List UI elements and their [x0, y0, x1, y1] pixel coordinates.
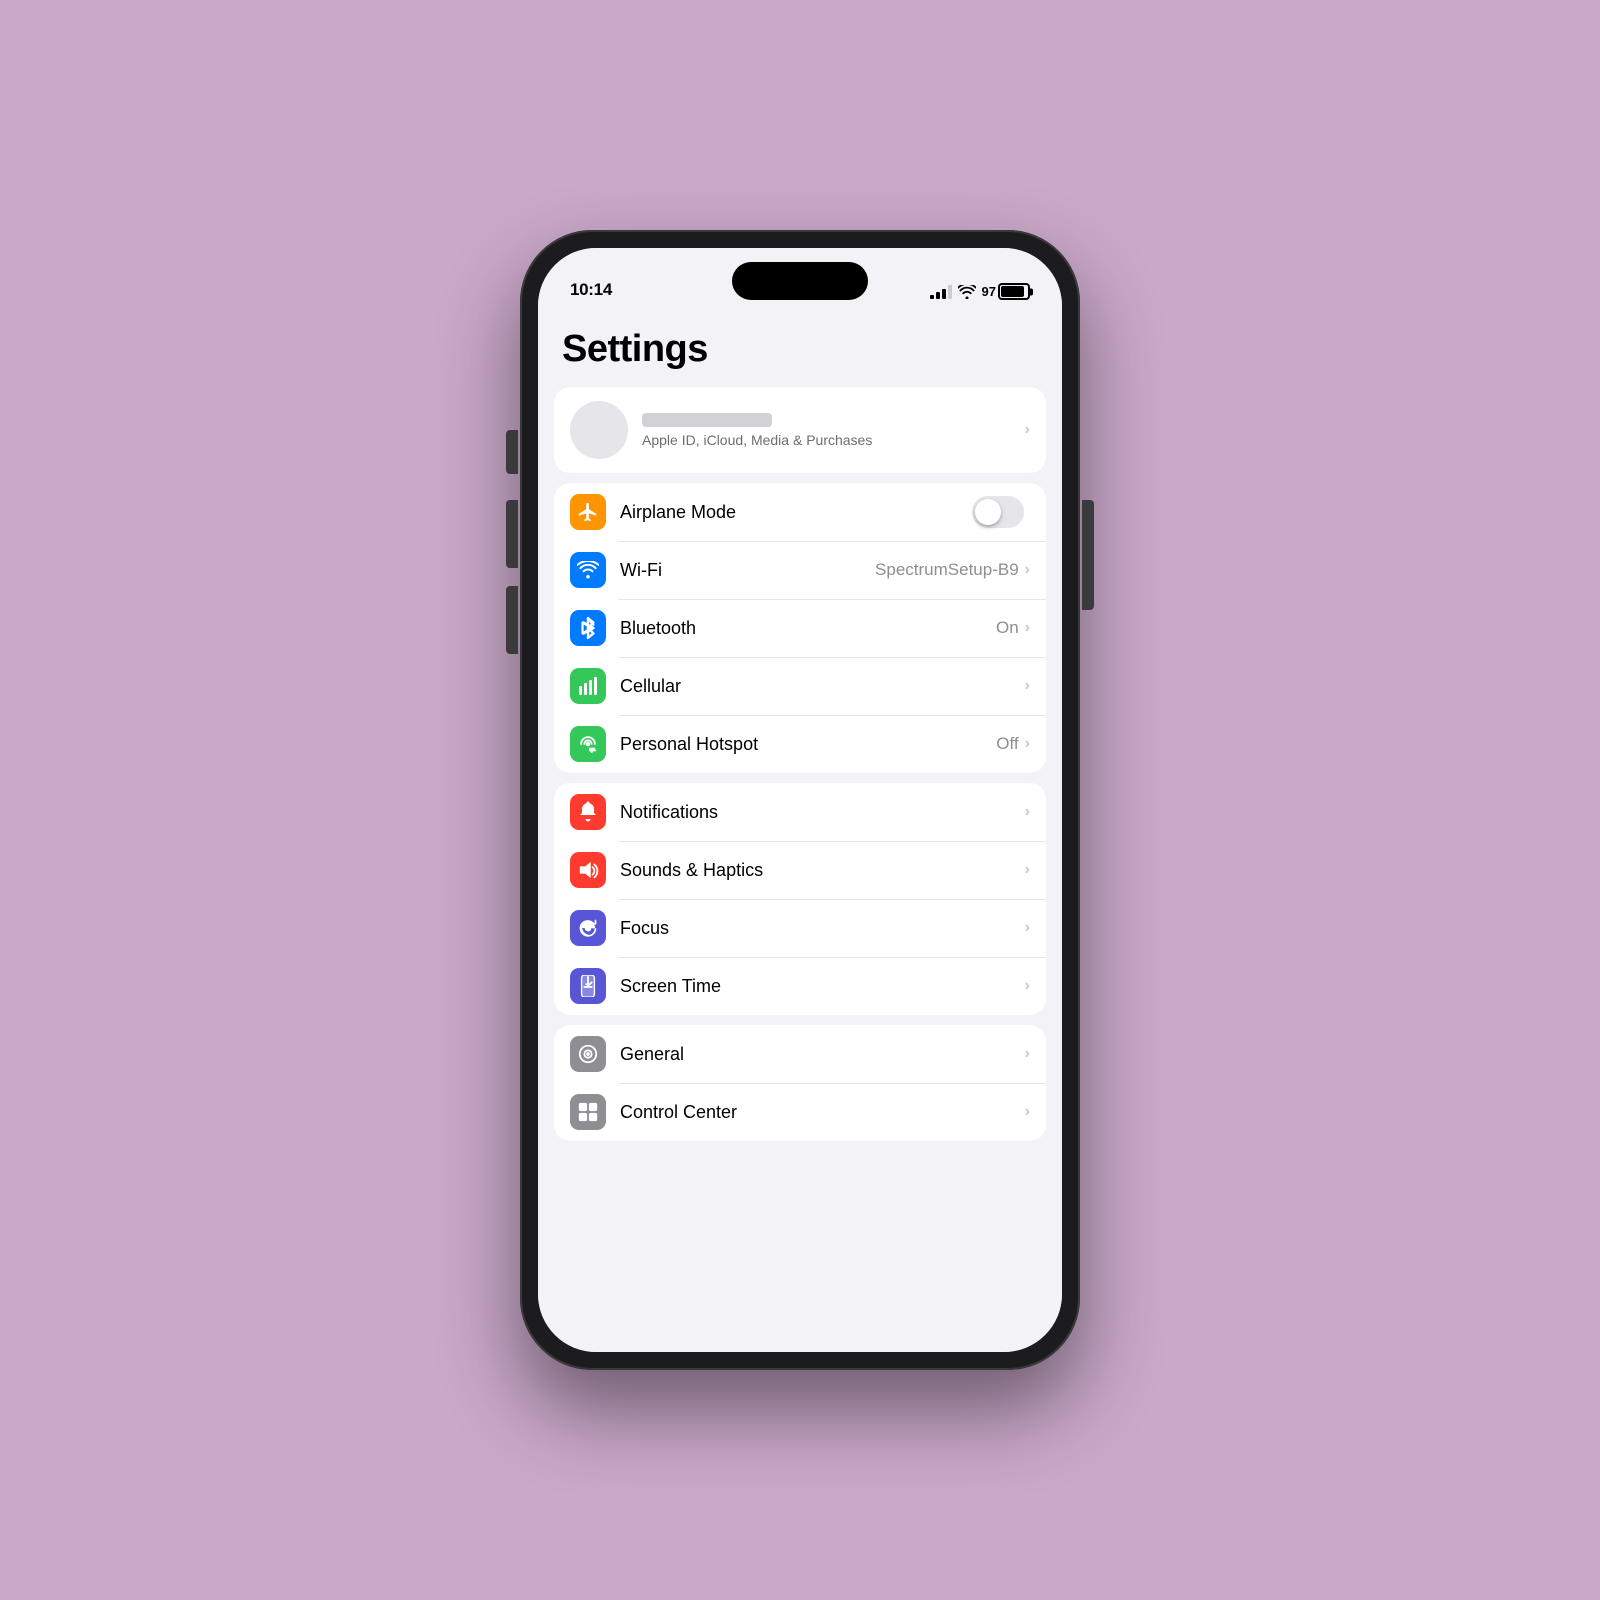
- volume-up-button[interactable]: [506, 500, 518, 568]
- hotspot-chevron: ›: [1025, 735, 1030, 753]
- notifications-icon: [570, 794, 606, 830]
- volume-down-button[interactable]: [506, 586, 518, 654]
- general-chevron: ›: [1025, 1045, 1030, 1063]
- wifi-chevron: ›: [1025, 561, 1030, 579]
- bluetooth-icon: [570, 610, 606, 646]
- screentime-row[interactable]: Screen Time ›: [554, 957, 1046, 1015]
- connectivity-group: Airplane Mode Wi-Fi: [554, 483, 1046, 773]
- airplane-mode-icon: [570, 494, 606, 530]
- general-row[interactable]: General ›: [554, 1025, 1046, 1083]
- signal-strength-icon: [930, 285, 952, 299]
- avatar: [570, 401, 628, 459]
- focus-row[interactable]: Focus ›: [554, 899, 1046, 957]
- screentime-icon: [570, 968, 606, 1004]
- battery-icon: 97: [982, 283, 1030, 300]
- focus-chevron: ›: [1025, 919, 1030, 937]
- sounds-label: Sounds & Haptics: [620, 860, 1025, 881]
- focus-label: Focus: [620, 918, 1025, 939]
- power-button[interactable]: [1082, 500, 1094, 610]
- apple-id-chevron: ›: [1025, 421, 1030, 439]
- wifi-status-icon: [958, 285, 976, 299]
- cellular-row[interactable]: Cellular ›: [554, 657, 1046, 715]
- mute-button[interactable]: [506, 430, 518, 474]
- apple-id-name-blur: [642, 413, 772, 427]
- wifi-icon: [570, 552, 606, 588]
- control-center-icon: [570, 1094, 606, 1130]
- cellular-label: Cellular: [620, 676, 1025, 697]
- apple-id-subtitle: Apple ID, iCloud, Media & Purchases: [642, 432, 1025, 448]
- notifications-group: Notifications › Sounds & Haptics ›: [554, 783, 1046, 1015]
- hotspot-label: Personal Hotspot: [620, 734, 996, 755]
- sounds-icon: [570, 852, 606, 888]
- settings-scroll-area[interactable]: Settings Apple ID, iCloud, Media & Purch…: [538, 308, 1062, 1352]
- hotspot-value: Off: [996, 734, 1018, 754]
- screentime-label: Screen Time: [620, 976, 1025, 997]
- screentime-chevron: ›: [1025, 977, 1030, 995]
- wifi-row[interactable]: Wi-Fi SpectrumSetup-B9 ›: [554, 541, 1046, 599]
- phone-screen: 10:14 97: [538, 248, 1062, 1352]
- control-center-chevron: ›: [1025, 1103, 1030, 1121]
- cellular-chevron: ›: [1025, 677, 1030, 695]
- status-icons: 97: [930, 283, 1030, 300]
- bluetooth-row[interactable]: Bluetooth On ›: [554, 599, 1046, 657]
- airplane-mode-label: Airplane Mode: [620, 502, 972, 523]
- control-center-label: Control Center: [620, 1102, 1025, 1123]
- status-time: 10:14: [570, 280, 612, 300]
- wifi-label: Wi-Fi: [620, 560, 875, 581]
- hotspot-row[interactable]: Personal Hotspot Off ›: [554, 715, 1046, 773]
- dynamic-island: [732, 262, 868, 300]
- status-bar: 10:14 97: [538, 248, 1062, 308]
- sounds-row[interactable]: Sounds & Haptics ›: [554, 841, 1046, 899]
- hotspot-icon: [570, 726, 606, 762]
- apple-id-row[interactable]: Apple ID, iCloud, Media & Purchases ›: [554, 387, 1046, 473]
- focus-icon: [570, 910, 606, 946]
- general-icon: [570, 1036, 606, 1072]
- wifi-value: SpectrumSetup-B9: [875, 560, 1019, 580]
- notifications-row[interactable]: Notifications ›: [554, 783, 1046, 841]
- page-title: Settings: [538, 308, 1062, 387]
- sounds-chevron: ›: [1025, 861, 1030, 879]
- airplane-mode-toggle[interactable]: [972, 496, 1024, 528]
- notifications-chevron: ›: [1025, 803, 1030, 821]
- cellular-icon: [570, 668, 606, 704]
- bluetooth-chevron: ›: [1025, 619, 1030, 637]
- bluetooth-value: On: [996, 618, 1019, 638]
- battery-percent: 97: [982, 284, 996, 299]
- airplane-mode-row[interactable]: Airplane Mode: [554, 483, 1046, 541]
- phone-frame: 10:14 97: [520, 230, 1080, 1370]
- bluetooth-label: Bluetooth: [620, 618, 996, 639]
- notifications-label: Notifications: [620, 802, 1025, 823]
- system-group: General › Control Center ›: [554, 1025, 1046, 1141]
- general-label: General: [620, 1044, 1025, 1065]
- control-center-row[interactable]: Control Center ›: [554, 1083, 1046, 1141]
